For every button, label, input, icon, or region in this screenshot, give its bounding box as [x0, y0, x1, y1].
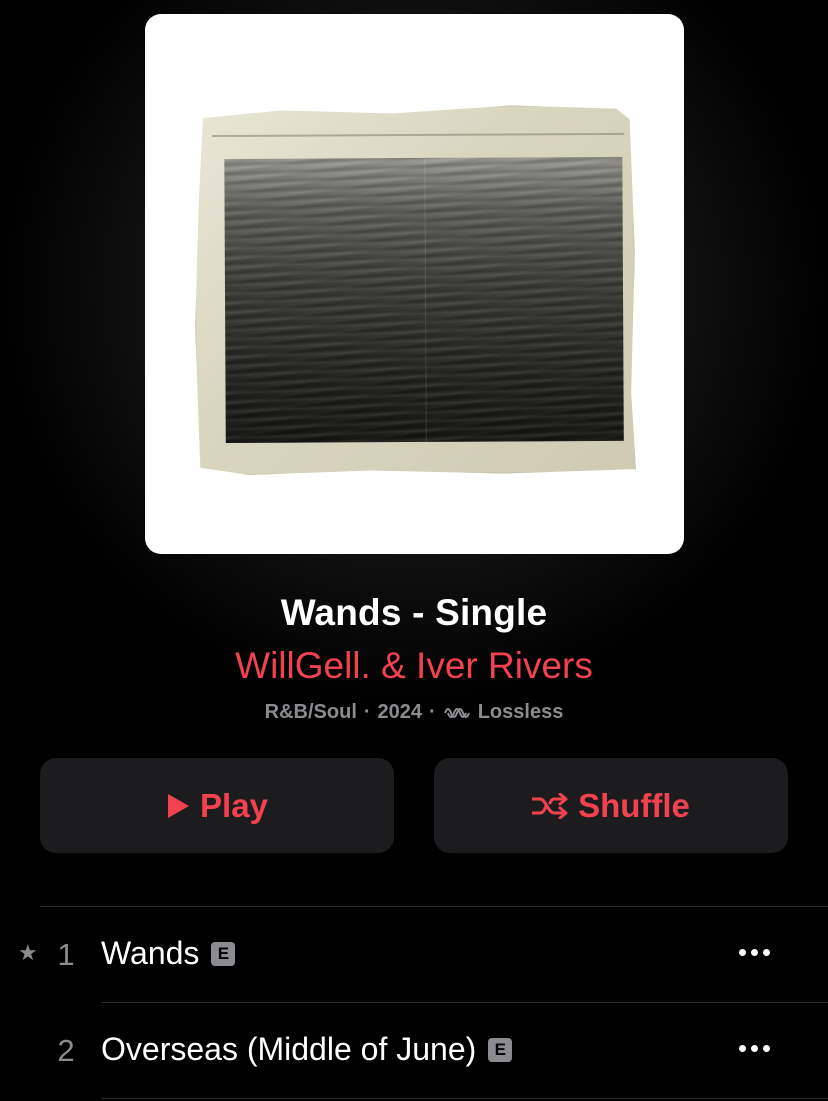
meta-separator: · [429, 701, 436, 723]
play-icon [168, 793, 190, 818]
track-row-divider [101, 1098, 828, 1099]
more-dot [763, 1045, 770, 1052]
track-title: Overseas (Middle of June) [101, 1031, 477, 1067]
artwork-seam [424, 158, 426, 442]
genre-label: R&B/Soul [264, 701, 357, 723]
shuffle-button-label: Shuffle [578, 786, 690, 824]
track-row[interactable]: 2 Overseas (Middle of June) E [0, 1003, 828, 1099]
track-title: Wands [101, 935, 200, 971]
more-dot [751, 949, 758, 956]
shuffle-button[interactable]: Shuffle [434, 758, 788, 853]
quality-label: Lossless [477, 701, 564, 723]
year-label: 2024 [377, 701, 423, 723]
artwork-frame-line [212, 133, 624, 137]
more-dot [739, 1045, 746, 1052]
more-options-button[interactable] [735, 1041, 774, 1056]
more-dot [739, 949, 746, 956]
explicit-badge-icon: E [488, 1037, 513, 1062]
artist-link[interactable]: WillGell. & Iver Rivers [0, 645, 828, 687]
play-button[interactable]: Play [40, 758, 394, 853]
more-dot [763, 949, 770, 956]
more-options-button[interactable] [735, 945, 774, 960]
meta-separator: · [363, 701, 371, 723]
album-artwork[interactable] [145, 14, 684, 554]
track-row[interactable]: ★ 1 Wands E [0, 907, 828, 1003]
shuffle-icon [532, 792, 568, 819]
play-button-label: Play [200, 786, 268, 824]
track-number: 2 [57, 1033, 75, 1068]
popular-star-icon: ★ [18, 940, 38, 965]
artwork-photo-frame [194, 105, 636, 475]
album-title: Wands - Single [280, 592, 548, 633]
track-title-group: Overseas (Middle of June) E [101, 1031, 513, 1068]
album-meta: R&B/Soul · 2024 · Lossless [0, 701, 828, 724]
track-number: 1 [57, 937, 75, 972]
more-dot [751, 1045, 758, 1052]
artwork-sea-image [224, 157, 623, 443]
track-title-group: Wands E [101, 935, 236, 972]
lossless-waveform-icon [443, 707, 470, 718]
explicit-badge-icon: E [211, 941, 236, 966]
